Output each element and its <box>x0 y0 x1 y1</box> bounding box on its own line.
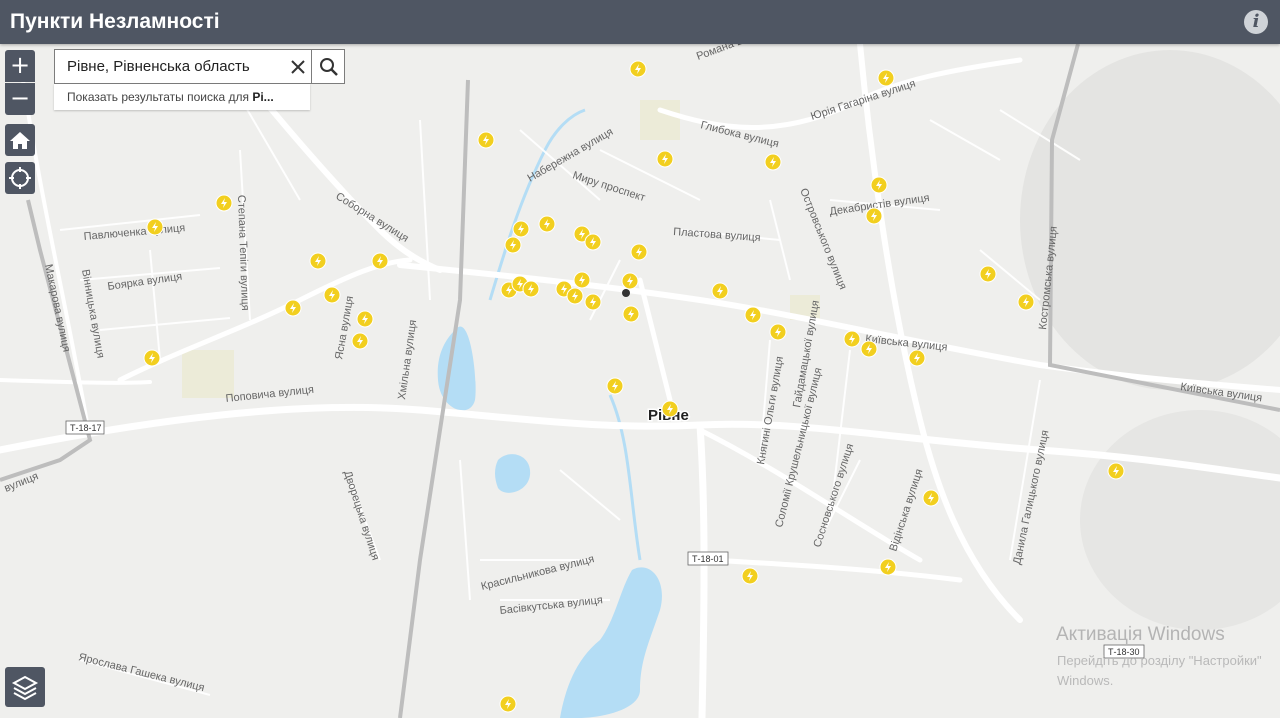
locate-button[interactable] <box>5 162 35 194</box>
road-shield-t1801: Т-18-01 <box>692 554 724 564</box>
map-canvas[interactable]: Т-18-17 Т-18-01 Т-18-30 Романа Ш Юрія Га… <box>0 44 1280 718</box>
power-point-marker[interactable] <box>979 265 997 283</box>
power-point-marker[interactable] <box>512 220 530 238</box>
power-point-marker[interactable] <box>309 252 327 270</box>
app-title: Пункти Незламності <box>10 10 220 33</box>
power-point-marker[interactable] <box>870 176 888 194</box>
power-point-marker[interactable] <box>351 332 369 350</box>
power-point-marker[interactable] <box>538 215 556 233</box>
search-input[interactable] <box>55 50 297 83</box>
road-shield-t1817: Т-18-17 <box>70 423 102 433</box>
power-point-marker[interactable] <box>606 377 624 395</box>
zoom-in-button[interactable]: + <box>5 50 35 82</box>
power-point-marker[interactable] <box>1107 462 1125 480</box>
power-point-marker[interactable] <box>741 567 759 585</box>
power-point-marker[interactable] <box>356 310 374 328</box>
suggestion-term: Рі... <box>252 90 274 104</box>
power-point-marker[interactable] <box>622 305 640 323</box>
power-point-marker[interactable] <box>860 340 878 358</box>
power-point-marker[interactable] <box>744 306 762 324</box>
layers-button[interactable] <box>5 667 45 707</box>
power-point-marker[interactable] <box>371 252 389 270</box>
windows-activation-subtitle: Перейдіть до розділу "Настройки" Windows. <box>1057 651 1280 691</box>
windows-activation-title: Активація Windows <box>1056 624 1225 645</box>
clear-search-button[interactable] <box>285 50 311 83</box>
power-point-marker[interactable] <box>661 400 679 418</box>
close-icon <box>291 60 305 74</box>
power-point-marker[interactable] <box>629 60 647 78</box>
power-point-marker[interactable] <box>499 695 517 713</box>
power-point-marker[interactable] <box>146 218 164 236</box>
power-point-marker[interactable] <box>877 69 895 87</box>
search-icon <box>320 58 338 76</box>
power-point-marker[interactable] <box>769 323 787 341</box>
power-point-marker[interactable] <box>284 299 302 317</box>
power-point-marker[interactable] <box>584 293 602 311</box>
power-point-marker[interactable] <box>1017 293 1035 311</box>
power-point-marker[interactable] <box>504 236 522 254</box>
power-point-marker[interactable] <box>908 349 926 367</box>
power-point-marker[interactable] <box>477 131 495 149</box>
power-point-marker[interactable] <box>764 153 782 171</box>
info-icon[interactable]: i <box>1244 10 1268 34</box>
windows-activation-line1: Перейдіть до розділу "Настройки" <box>1057 653 1262 668</box>
windows-activation-line2: Windows. <box>1057 673 1114 688</box>
locate-icon <box>9 167 31 189</box>
power-point-marker[interactable] <box>879 558 897 576</box>
power-point-marker[interactable] <box>573 271 591 289</box>
power-point-marker[interactable] <box>566 287 584 305</box>
power-point-marker[interactable] <box>584 233 602 251</box>
home-button[interactable] <box>5 124 35 156</box>
zoom-out-button[interactable]: − <box>5 83 35 115</box>
power-point-marker[interactable] <box>621 272 639 290</box>
power-point-marker[interactable] <box>630 243 648 261</box>
power-point-marker[interactable] <box>711 282 729 300</box>
power-point-marker[interactable] <box>522 280 540 298</box>
search-button[interactable] <box>311 50 345 83</box>
layers-icon <box>11 675 39 701</box>
app-header: Пункти Незламності i <box>0 0 1280 44</box>
search-box <box>54 49 345 84</box>
power-point-marker[interactable] <box>843 330 861 348</box>
search-suggestion[interactable]: Показать результаты поиска для Рі... <box>54 84 310 110</box>
power-point-marker[interactable] <box>656 150 674 168</box>
suggestion-prefix: Показать результаты поиска для <box>67 90 253 104</box>
center-dot <box>622 289 630 297</box>
power-point-marker[interactable] <box>215 194 233 212</box>
power-point-marker[interactable] <box>922 489 940 507</box>
power-point-marker[interactable] <box>865 207 883 225</box>
home-icon <box>10 132 30 149</box>
power-point-marker[interactable] <box>143 349 161 367</box>
power-point-marker[interactable] <box>323 286 341 304</box>
